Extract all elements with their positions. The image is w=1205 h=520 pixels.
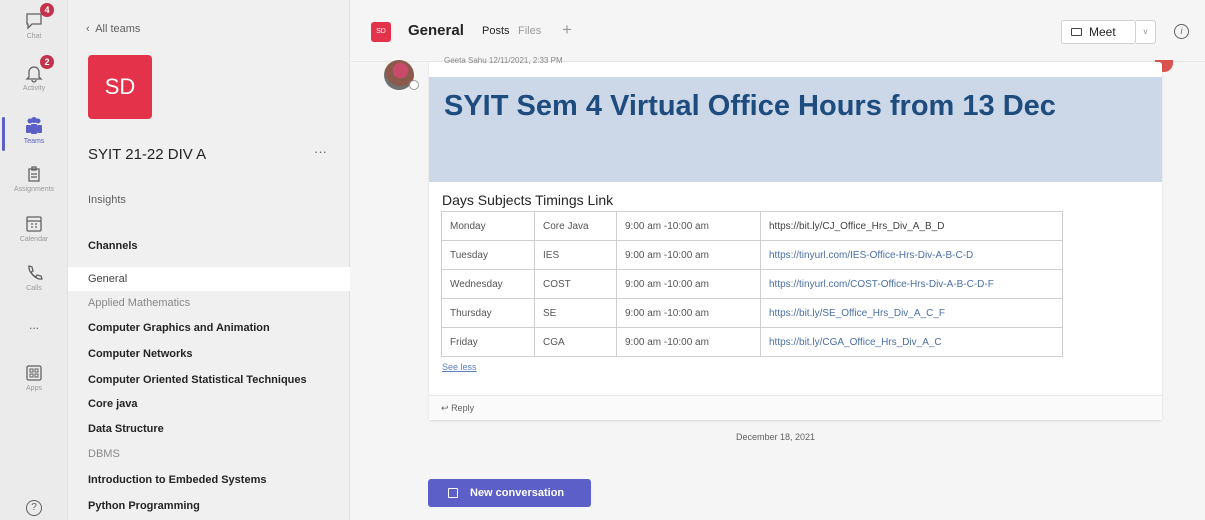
tab-files[interactable]: Files: [518, 25, 541, 37]
presence-status-icon: [409, 80, 419, 90]
table-cell-link[interactable]: https://tinyurl.com/COST-Office-Hrs-Div-…: [760, 269, 1063, 299]
rail-help[interactable]: ?: [0, 500, 68, 516]
team-avatar: SD: [88, 55, 152, 119]
compose-icon: [448, 488, 458, 498]
table-row: Thursday SE 9:00 am -10:00 am https://bi…: [441, 298, 1063, 328]
table-cell-day: Thursday: [441, 298, 535, 328]
chat-badge: 4: [40, 3, 54, 17]
bell-icon: 2: [23, 55, 54, 84]
new-conversation-label: New conversation: [470, 487, 565, 499]
channel-embedded-systems[interactable]: Introduction to Embeded Systems: [68, 468, 350, 492]
rail-calendar-label: Calendar: [19, 236, 49, 243]
table-cell-link[interactable]: https://bit.ly/CGA_Office_Hrs_Div_A_C: [760, 327, 1063, 357]
meet-button[interactable]: Meet: [1061, 20, 1136, 44]
channel-core-java[interactable]: Core java: [68, 392, 350, 416]
channel-header: SD General Posts Files + Meet v i: [351, 0, 1205, 62]
rail-more[interactable]: ...: [0, 318, 68, 332]
rail-teams[interactable]: Teams: [0, 115, 68, 151]
teams-icon: [23, 115, 45, 137]
channel-team-badge: SD: [371, 22, 391, 42]
chat-icon: 4: [23, 3, 54, 32]
table-cell-day: Wednesday: [441, 269, 535, 299]
table-cell-day: Monday: [441, 211, 535, 241]
table-cell-link[interactable]: https://bit.ly/CJ_Office_Hrs_Div_A_B_D: [760, 211, 1063, 241]
channel-computer-graphics[interactable]: Computer Graphics and Animation: [68, 316, 350, 340]
table-cell-timing: 9:00 am -10:00 am: [616, 211, 761, 241]
video-camera-icon: [1071, 28, 1082, 36]
reply-arrow-icon: ↩: [441, 403, 449, 413]
office-hours-table: Monday Core Java 9:00 am -10:00 am https…: [441, 211, 1063, 357]
post-author-line: Geeta Sahu 12/11/2021, 2:33 PM: [444, 56, 563, 65]
table-cell-subject: SE: [534, 298, 617, 328]
table-cell-day: Friday: [441, 327, 535, 357]
calendar-icon: [23, 213, 45, 235]
table-cell-link[interactable]: https://tinyurl.com/IES-Office-Hrs-Div-A…: [760, 240, 1063, 270]
table-cell-timing: 9:00 am -10:00 am: [616, 269, 761, 299]
table-cell-subject: COST: [534, 269, 617, 299]
see-less-link[interactable]: See less: [442, 362, 477, 372]
channel-general[interactable]: General: [68, 267, 350, 291]
apps-icon: [23, 362, 45, 384]
table-row: Wednesday COST 9:00 am -10:00 am https:/…: [441, 269, 1063, 299]
tab-posts[interactable]: Posts: [482, 25, 510, 37]
channels-heading: Channels: [88, 240, 138, 252]
team-more-options[interactable]: ···: [314, 144, 327, 159]
reply-button[interactable]: ↩ Reply: [429, 395, 1162, 420]
table-cell-timing: 9:00 am -10:00 am: [616, 327, 761, 357]
table-cell-link[interactable]: https://bit.ly/SE_Office_Hrs_Div_A_C_F: [760, 298, 1063, 328]
back-to-teams[interactable]: ‹ All teams: [86, 23, 140, 35]
back-label: All teams: [95, 23, 141, 35]
table-cell-timing: 9:00 am -10:00 am: [616, 240, 761, 270]
rail-apps-label: Apps: [26, 385, 42, 392]
insights-link[interactable]: Insights: [88, 194, 126, 206]
meet-label: Meet: [1089, 25, 1116, 39]
table-cell-subject: CGA: [534, 327, 617, 357]
channel-dbms[interactable]: DBMS: [68, 442, 350, 466]
table-caption: Days Subjects Timings Link: [442, 192, 614, 208]
rail-calendar[interactable]: Calendar: [0, 213, 68, 243]
channel-computer-networks[interactable]: Computer Networks: [68, 342, 350, 366]
channel-title: General: [408, 22, 464, 39]
table-row: Monday Core Java 9:00 am -10:00 am https…: [441, 211, 1063, 241]
post-card: Geeta Sahu 12/11/2021, 2:33 PM SYIT Sem …: [429, 56, 1162, 420]
date-separator: December 18, 2021: [736, 432, 816, 442]
table-row: Friday CGA 9:00 am -10:00 am https://bit…: [441, 327, 1063, 357]
chevron-left-icon: ‹: [86, 23, 90, 35]
help-icon: ?: [26, 500, 42, 516]
info-icon[interactable]: i: [1174, 24, 1189, 39]
table-cell-subject: IES: [534, 240, 617, 270]
rail-calls-label: Calls: [26, 285, 42, 292]
rail-teams-label: Teams: [23, 138, 45, 145]
assignments-icon: [23, 163, 45, 185]
meet-dropdown[interactable]: v: [1136, 20, 1156, 44]
app-rail: 4 Chat 2 Activity Teams Assignments Cale…: [0, 0, 68, 520]
table-cell-day: Tuesday: [441, 240, 535, 270]
table-cell-subject: Core Java: [534, 211, 617, 241]
rail-assignments-label: Assignments: [13, 186, 55, 193]
rail-calls[interactable]: Calls: [0, 262, 68, 292]
rail-chat[interactable]: 4 Chat: [0, 3, 68, 40]
activity-badge: 2: [40, 55, 54, 69]
channel-python[interactable]: Python Programming: [68, 494, 350, 518]
table-cell-timing: 9:00 am -10:00 am: [616, 298, 761, 328]
post-headline: SYIT Sem 4 Virtual Office Hours from 13 …: [444, 90, 1056, 122]
channel-data-structure[interactable]: Data Structure: [68, 417, 350, 441]
reply-label: Reply: [451, 403, 475, 413]
table-row: Tuesday IES 9:00 am -10:00 am https://ti…: [441, 240, 1063, 270]
rail-activity[interactable]: 2 Activity: [0, 55, 68, 92]
channel-applied-mathematics[interactable]: Applied Mathematics: [68, 291, 350, 315]
rail-apps[interactable]: Apps: [0, 362, 68, 392]
rail-chat-label: Chat: [26, 33, 42, 40]
rail-activity-label: Activity: [22, 85, 46, 92]
team-name: SYIT 21-22 DIV A: [88, 146, 207, 163]
channel-cost[interactable]: Computer Oriented Statistical Techniques: [68, 368, 350, 392]
rail-assignments[interactable]: Assignments: [0, 163, 68, 193]
add-tab-button[interactable]: +: [562, 20, 572, 40]
phone-icon: [23, 262, 45, 284]
team-sidebar: ‹ All teams SD SYIT 21-22 DIV A ··· Insi…: [68, 0, 350, 520]
new-conversation-button[interactable]: New conversation: [428, 479, 591, 507]
